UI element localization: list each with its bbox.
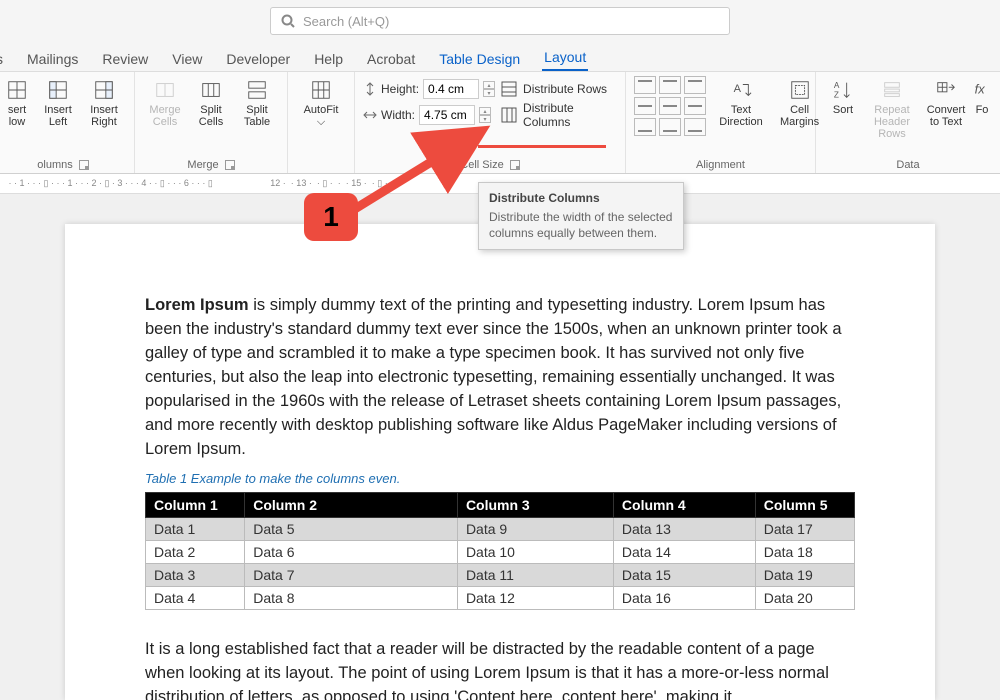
tab-acrobat[interactable]: Acrobat (365, 47, 417, 71)
width-input[interactable] (419, 105, 475, 125)
convert-to-text-button[interactable]: Convert to Text (922, 76, 970, 142)
tab-truncated[interactable]: s (0, 47, 5, 71)
search-placeholder: Search (Alt+Q) (303, 14, 389, 29)
title-bar: Search (Alt+Q) (0, 0, 1000, 42)
table-row: Data 1Data 5Data 9Data 13Data 17 (146, 518, 855, 541)
svg-text:A: A (834, 81, 840, 90)
tab-developer[interactable]: Developer (224, 47, 292, 71)
group-merge: Merge Cells Split Cells Split Table Merg… (135, 72, 288, 173)
repeat-header-rows-button[interactable]: Repeat Header Rows (864, 76, 920, 142)
tab-review[interactable]: Review (100, 47, 150, 71)
annotation-underline (478, 145, 606, 148)
tab-view[interactable]: View (170, 47, 204, 71)
height-input[interactable] (423, 79, 479, 99)
svg-text:A: A (734, 83, 742, 95)
col-header[interactable]: Column 4 (613, 493, 755, 518)
ribbon-tabs: s Mailings Review View Developer Help Ac… (0, 42, 1000, 72)
sort-button[interactable]: AZ Sort (824, 76, 862, 142)
alignment-grid[interactable] (634, 76, 706, 136)
search-box[interactable]: Search (Alt+Q) (270, 7, 730, 35)
width-spinner[interactable]: ▴▾ (479, 107, 491, 123)
tab-table-design[interactable]: Table Design (437, 47, 522, 71)
paragraph-1[interactable]: Lorem Ipsum is simply dummy text of the … (145, 294, 855, 461)
table-row: Data 2Data 6Data 10Data 14Data 18 (146, 541, 855, 564)
paragraph-2[interactable]: It is a long established fact that a rea… (145, 638, 855, 700)
text-direction-button[interactable]: A Text Direction (716, 76, 766, 130)
ribbon: sertlow Insert Left Insert Right olumns … (0, 72, 1000, 174)
tooltip-title: Distribute Columns (489, 191, 673, 205)
tooltip: Distribute Columns Distribute the width … (478, 182, 684, 250)
insert-right-button[interactable]: Insert Right (82, 76, 126, 130)
tab-layout[interactable]: Layout (542, 45, 588, 71)
col-header[interactable]: Column 2 (245, 493, 458, 518)
group-data: AZ Sort Repeat Header Rows Convert to Te… (816, 72, 1000, 173)
distribute-rows-button[interactable]: Distribute Rows (495, 76, 617, 102)
col-header[interactable]: Column 3 (457, 493, 613, 518)
autofit-button[interactable]: AutoFit⌵ (296, 76, 346, 130)
dialog-launcher-icon[interactable] (510, 160, 520, 170)
col-header[interactable]: Column 1 (146, 493, 245, 518)
insert-below-button[interactable]: sertlow (0, 76, 34, 130)
formula-button[interactable]: fx Fo (972, 76, 992, 142)
table-row: Data 4Data 8Data 12Data 16Data 20 (146, 587, 855, 610)
dialog-launcher-icon[interactable] (79, 160, 89, 170)
svg-text:Z: Z (834, 90, 839, 99)
split-table-button[interactable]: Split Table (235, 76, 279, 130)
dialog-launcher-icon[interactable] (225, 160, 235, 170)
tab-help[interactable]: Help (312, 47, 345, 71)
tab-mailings[interactable]: Mailings (25, 47, 80, 71)
tooltip-body: Distribute the width of the selected col… (489, 209, 673, 241)
group-rows-columns: sertlow Insert Left Insert Right olumns (0, 72, 135, 173)
svg-text:fx: fx (975, 82, 986, 97)
col-header[interactable]: Column 5 (755, 493, 854, 518)
height-spinner[interactable]: ▴▾ (483, 81, 495, 97)
table-row: Data 3Data 7Data 11Data 15Data 19 (146, 564, 855, 587)
insert-left-button[interactable]: Insert Left (36, 76, 80, 130)
distribute-columns-button[interactable]: Distribute Columns (495, 102, 617, 128)
group-autofit: AutoFit⌵ (288, 72, 355, 173)
width-label: Width: (381, 108, 415, 122)
merge-cells-button[interactable]: Merge Cells (143, 76, 187, 130)
page[interactable]: Lorem Ipsum is simply dummy text of the … (65, 224, 935, 700)
group-cell-size: Height: ▴▾ Width: ▴▾ Distribute Rows (355, 72, 626, 173)
height-icon (363, 82, 377, 96)
width-icon (363, 108, 377, 122)
group-alignment: A Text Direction Cell Margins Alignment (626, 72, 816, 173)
split-cells-button[interactable]: Split Cells (189, 76, 233, 130)
table-caption[interactable]: Table 1 Example to make the columns even… (145, 471, 855, 486)
annotation-callout: 1 (304, 193, 358, 241)
data-table[interactable]: Column 1 Column 2 Column 3 Column 4 Colu… (145, 492, 855, 610)
document-area: Lorem Ipsum is simply dummy text of the … (0, 194, 1000, 700)
search-icon (281, 14, 295, 28)
height-label: Height: (381, 82, 419, 96)
